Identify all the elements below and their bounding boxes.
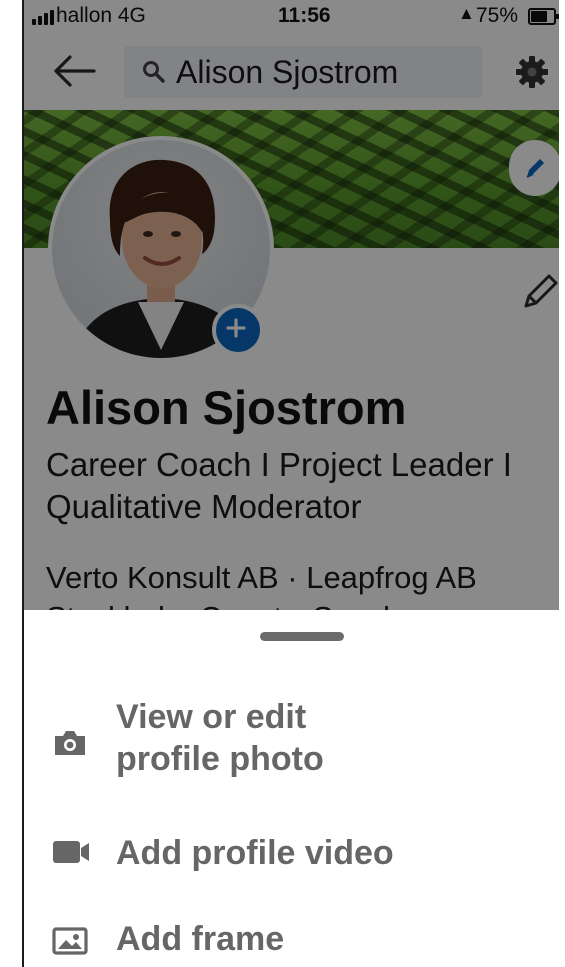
sheet-item-label: Add frame: [116, 920, 285, 958]
sheet-item-view-edit-photo[interactable]: View or edit profile photo: [24, 696, 561, 782]
video-camera-icon: [52, 839, 90, 870]
sheet-item-add-video[interactable]: Add profile video: [24, 828, 561, 878]
modal-backdrop[interactable]: [24, 0, 561, 610]
camera-icon: [52, 728, 88, 763]
device-frame-right: [559, 0, 565, 967]
image-frame-icon: [52, 927, 88, 960]
drag-handle[interactable]: [260, 632, 344, 641]
sheet-item-add-frame[interactable]: Add frame: [24, 914, 561, 964]
screen: hallon 4G 11:56 ▲ 75% Alison Sjostrom Al…: [22, 0, 561, 967]
bottom-sheet: View or edit profile photo Add profile v…: [24, 610, 561, 967]
sheet-item-label: Add profile video: [116, 834, 394, 872]
device-frame-left: [0, 0, 22, 967]
sheet-item-label: View or edit profile photo: [116, 698, 324, 778]
